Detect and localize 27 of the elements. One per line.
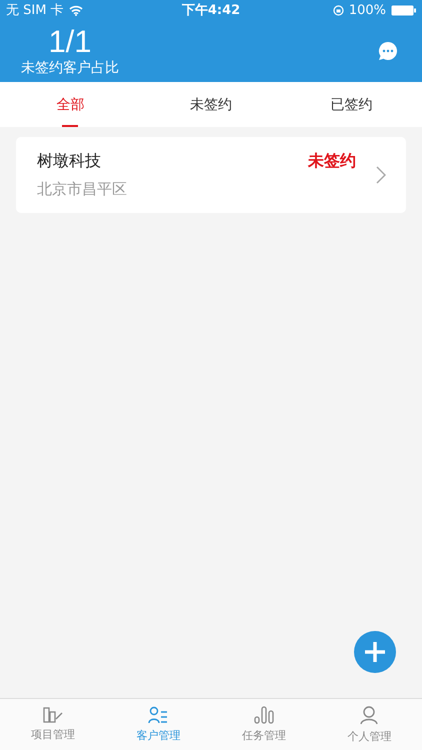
contacts-icon [148, 706, 168, 724]
plus-icon [364, 641, 386, 663]
customer-card[interactable]: 树墩科技 北京市昌平区 未签约 [16, 137, 406, 213]
filter-tab[interactable]: 未签约 [140, 82, 282, 127]
customer-status: 未签约 [308, 151, 356, 172]
battery-icon [391, 4, 416, 16]
rotation-lock-icon [332, 4, 344, 16]
wifi-icon [68, 4, 83, 16]
nav-tab[interactable]: 任务管理 [211, 699, 316, 750]
customer-name: 树墩科技 [37, 151, 102, 172]
ratio-caption: 未签约客户占比 [21, 59, 119, 77]
nav-tab[interactable]: 项目管理 [0, 699, 106, 750]
battery-text: 100% [348, 2, 386, 18]
status-time: 下午4:42 [182, 2, 240, 19]
customer-address: 北京市昌平区 [37, 180, 128, 199]
filter-tab[interactable]: 全部 [0, 82, 141, 127]
chevron-right-icon [376, 166, 386, 184]
carrier-text: 无 SIM 卡 [6, 2, 64, 19]
filter-tab[interactable]: 已签约 [281, 82, 422, 127]
add-button[interactable] [354, 631, 396, 673]
ratio-value: 1/1 [48, 25, 92, 59]
bar-chart-icon [254, 706, 274, 724]
message-icon[interactable] [378, 41, 398, 61]
nav-tab[interactable]: 客户管理 [106, 699, 211, 750]
person-icon [360, 706, 378, 724]
nav-tab[interactable]: 个人管理 [316, 699, 422, 750]
building-icon [42, 707, 63, 723]
